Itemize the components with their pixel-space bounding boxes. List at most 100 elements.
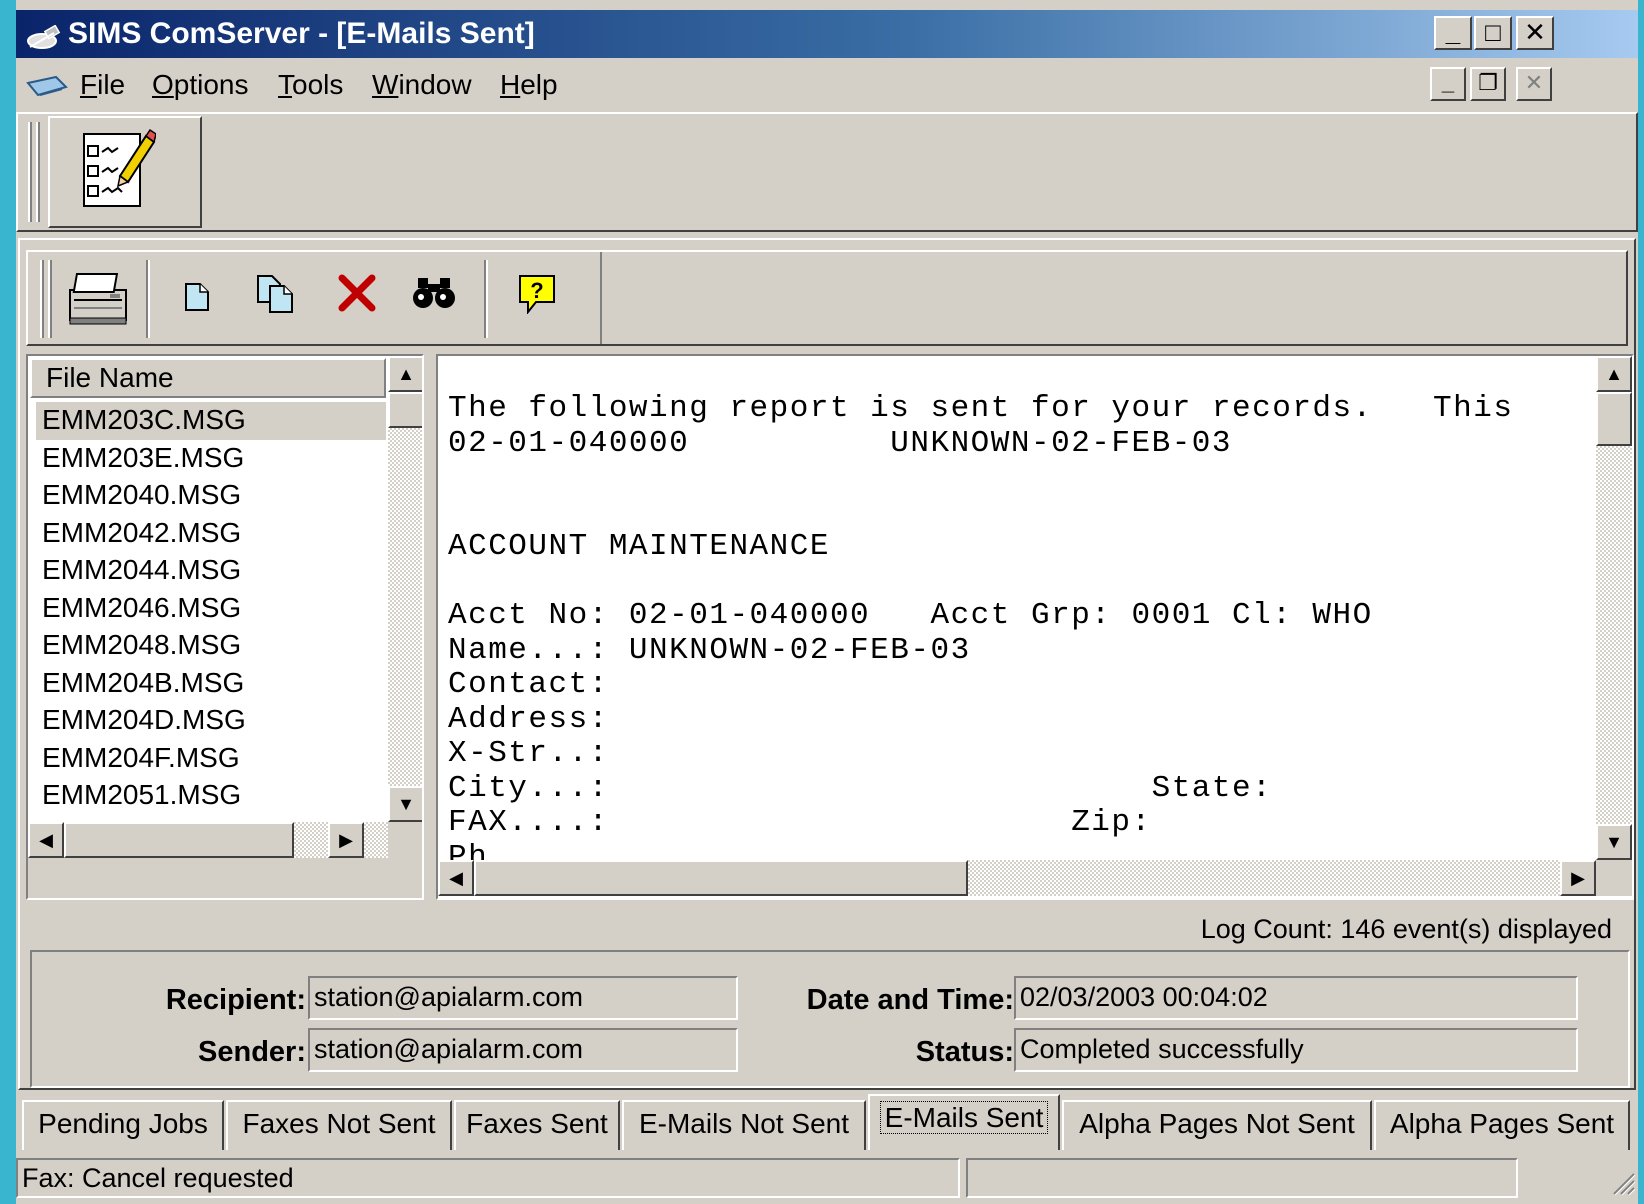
mdi-close-button[interactable]: ✕ <box>1516 67 1552 101</box>
menu-file[interactable]: File <box>80 68 125 102</box>
tab-pending-jobs[interactable]: Pending Jobs <box>22 1100 224 1150</box>
message-line: ACCOUNT MAINTENANCE <box>448 529 830 564</box>
title-bar[interactable]: SIMS ComServer - [E-Mails Sent] _ □ ✕ <box>16 10 1638 58</box>
message-scroll-down[interactable]: ▼ <box>1596 824 1632 860</box>
copy-page-icon[interactable] <box>184 282 210 317</box>
message-line <box>448 496 1578 531</box>
tab-emails-sent[interactable]: E-Mails Sent <box>868 1094 1060 1150</box>
tab-faxes-sent[interactable]: Faxes Sent <box>454 1100 620 1150</box>
file-list-item[interactable]: EMM2044.MSG <box>36 552 386 590</box>
file-list-scroll-right[interactable]: ▶ <box>328 822 364 858</box>
file-list-hscroll-thumb[interactable] <box>64 822 294 858</box>
message-line: 02-01-040000 UNKNOWN-02-FEB-03 <box>448 425 1233 461</box>
tab-alpha-pages-sent[interactable]: Alpha Pages Sent <box>1374 1100 1630 1150</box>
message-viewer[interactable]: The following report is sent for your re… <box>436 354 1634 900</box>
log-count: Log Count: 146 event(s) displayed <box>1200 914 1612 944</box>
message-line <box>448 565 1578 600</box>
file-list-scroll-down[interactable]: ▼ <box>388 786 422 822</box>
svg-text:?: ? <box>530 278 543 303</box>
file-list-scroll-left[interactable]: ◀ <box>28 822 64 858</box>
recipient-field[interactable]: station@apialarm.com <box>308 976 738 1020</box>
message-scroll-up[interactable]: ▲ <box>1596 356 1632 392</box>
details-panel: Recipient: station@apialarm.com Sender: … <box>30 950 1630 1088</box>
menu-tools[interactable]: Tools <box>278 68 343 102</box>
message-line: City...: State: <box>448 770 1273 806</box>
toolbar-grip[interactable] <box>36 122 40 222</box>
file-list-item[interactable]: EMM204B.MSG <box>36 665 386 703</box>
status-field[interactable]: Completed successfully <box>1014 1028 1578 1072</box>
column-header-file-name[interactable]: File Name <box>30 358 386 398</box>
copy-pages-icon[interactable] <box>256 274 296 321</box>
toolbar-grip[interactable] <box>28 122 32 222</box>
sender-label: Sender: <box>198 1036 306 1068</box>
resize-grip-icon[interactable] <box>1608 1168 1636 1201</box>
mdi-minimize-button[interactable]: _ <box>1430 67 1466 101</box>
task-list-button[interactable] <box>48 116 202 228</box>
status-label: Status: <box>915 1036 1014 1068</box>
close-button[interactable]: ✕ <box>1516 16 1554 50</box>
main-toolbar <box>16 112 1638 232</box>
datetime-field[interactable]: 02/03/2003 00:04:02 <box>1014 976 1578 1020</box>
datetime-label: Date and Time: <box>806 984 1014 1016</box>
window-title: SIMS ComServer - [E-Mails Sent] <box>68 17 535 50</box>
tab-faxes-not-sent[interactable]: Faxes Not Sent <box>226 1100 452 1150</box>
tab-label: Faxes Sent <box>466 1108 608 1139</box>
message-scroll-left[interactable]: ◀ <box>438 860 474 896</box>
file-list-item[interactable]: EMM203E.MSG <box>36 440 386 478</box>
find-icon[interactable] <box>412 276 456 315</box>
mdi-child-icon[interactable] <box>26 74 68 106</box>
tab-alpha-pages-not-sent[interactable]: Alpha Pages Not Sent <box>1062 1100 1372 1150</box>
tab-label: Alpha Pages Sent <box>1389 1108 1615 1139</box>
menu-bar: File Options Tools Window Help _ ❐ ✕ <box>16 62 1638 110</box>
maximize-button[interactable]: □ <box>1474 16 1512 50</box>
recipient-label: Recipient: <box>165 984 306 1016</box>
help-icon[interactable]: ? <box>518 274 556 319</box>
file-list-vscroll-thumb[interactable] <box>388 392 422 428</box>
status-pane-right <box>966 1158 1518 1198</box>
file-list[interactable]: File Name EMM203C.MSG EMM203E.MSG EMM2040.… <box>26 354 424 900</box>
message-line: The following report is sent for your re… <box>448 392 1514 426</box>
tab-label: Alpha Pages Not Sent <box>1079 1108 1355 1139</box>
message-line <box>448 461 1578 496</box>
tab-label: E-Mails Sent <box>879 1101 1049 1134</box>
status-bar: Fax: Cancel requested <box>16 1152 1638 1204</box>
tab-label: Pending Jobs <box>38 1108 208 1139</box>
file-list-scroll-up[interactable]: ▲ <box>388 356 422 392</box>
message-line: X-Str..: <box>448 736 609 771</box>
menu-help[interactable]: Help <box>500 68 558 102</box>
scroll-corner <box>1596 860 1632 896</box>
minimize-button[interactable]: _ <box>1434 16 1472 50</box>
sender-field[interactable]: station@apialarm.com <box>308 1028 738 1072</box>
menu-window[interactable]: Window <box>372 68 472 102</box>
toolbar-separator <box>146 260 150 338</box>
message-line: Acct No: 02-01-040000 Acct Grp: 0001 Cl:… <box>448 598 1373 633</box>
desktop-edge-left <box>0 0 16 1204</box>
message-vscroll-thumb[interactable] <box>1596 392 1632 446</box>
file-list-item[interactable]: EMM204F.MSG <box>36 740 386 778</box>
file-list-item[interactable]: EMM2040.MSG <box>36 477 386 515</box>
message-hscroll-thumb[interactable] <box>474 860 968 896</box>
delete-icon[interactable] <box>338 274 376 317</box>
file-list-item[interactable]: EMM203C.MSG <box>36 402 386 440</box>
pane-splitter[interactable] <box>424 354 436 900</box>
file-rows: EMM203C.MSG EMM203E.MSG EMM2040.MSG EMM2042… <box>36 402 386 852</box>
mdi-restore-button[interactable]: ❐ <box>1470 67 1506 101</box>
file-list-item[interactable]: EMM204D.MSG <box>36 702 386 740</box>
app-satellite-icon[interactable] <box>24 20 62 49</box>
tab-label: E-Mails Not Sent <box>638 1108 850 1139</box>
tab-label: Faxes Not Sent <box>242 1108 436 1139</box>
file-list-item[interactable]: EMM2046.MSG <box>36 590 386 628</box>
message-scroll-right[interactable]: ▶ <box>1560 860 1596 896</box>
status-message: Fax: Cancel requested <box>16 1158 960 1198</box>
file-list-item[interactable]: EMM2048.MSG <box>36 627 386 665</box>
list-footer-space <box>28 858 422 898</box>
message-line: FAX....: Zip: <box>448 805 1152 840</box>
message-text: The following report is sent for your re… <box>448 392 1578 872</box>
message-line: Contact: <box>448 667 609 702</box>
file-list-item[interactable]: EMM2042.MSG <box>36 515 386 553</box>
message-line: Address: <box>448 701 609 737</box>
file-list-item[interactable]: EMM2051.MSG <box>36 777 386 815</box>
tab-emails-not-sent[interactable]: E-Mails Not Sent <box>622 1100 866 1150</box>
printer-icon[interactable] <box>66 268 130 333</box>
menu-options[interactable]: Options <box>152 68 249 102</box>
